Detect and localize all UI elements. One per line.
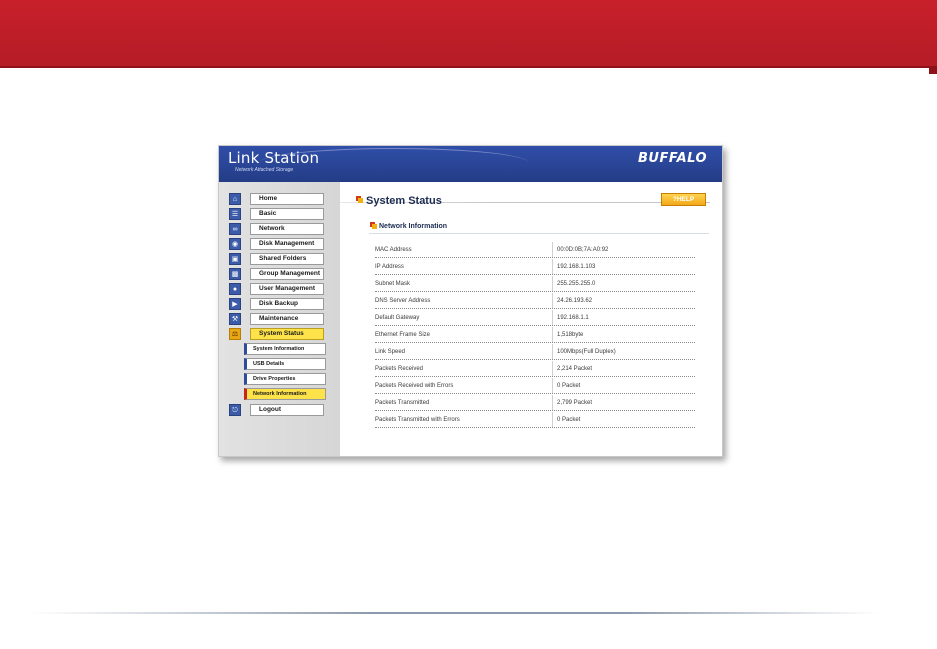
sidebar-item-label: Shared Folders — [250, 253, 324, 265]
row-value: 255.255.255.0 — [557, 281, 596, 287]
subnav-item-drive-properties[interactable]: Drive Properties — [244, 373, 326, 385]
row-label: Packets Transmitted with Errors — [375, 417, 460, 423]
network-icon: ∞ — [229, 223, 241, 235]
linkstation-screenshot: Link Station Network Attached Storage BU… — [218, 145, 723, 457]
sidebar-item-label: Network — [250, 223, 324, 235]
basic-settings-icon: ☰ — [229, 208, 241, 220]
sidebar-item-label: Disk Backup — [250, 298, 324, 310]
app-tagline: Network Attached Storage — [235, 167, 294, 173]
column-divider — [552, 378, 553, 393]
sidebar-item-user-management[interactable]: ● User Management — [229, 283, 325, 295]
disk-icon: ◉ — [229, 238, 241, 250]
row-label: DNS Server Address — [375, 298, 431, 304]
section-bullet-icon — [372, 224, 377, 229]
row-label: MAC Address — [375, 247, 412, 253]
row-label: Subnet Mask — [375, 281, 411, 287]
brand-logo: BUFFALO — [638, 151, 707, 166]
tools-icon: ⚒ — [229, 313, 241, 325]
table-row: Packets Transmitted with Errors 0 Packet — [375, 412, 695, 428]
sidebar: ⌂ Home ☰ Basic ∞ Network ◉ Disk Manageme… — [219, 182, 340, 456]
page-title: System Status — [366, 195, 442, 207]
row-label: Packets Received — [375, 366, 424, 372]
app-name-logo: Link Station — [228, 149, 320, 167]
table-row: Subnet Mask 255.255.255.0 — [375, 276, 695, 292]
section-divider — [369, 233, 709, 234]
sidebar-item-disk-management[interactable]: ◉ Disk Management — [229, 238, 325, 250]
banner-corner-tab — [929, 68, 937, 74]
main-content: System Status ?HELP Network Information … — [340, 182, 722, 456]
row-value: 0 Packet — [557, 417, 581, 423]
help-button[interactable]: ?HELP — [661, 193, 706, 206]
column-divider — [552, 361, 553, 376]
row-label: Packets Received with Errors — [375, 383, 454, 389]
section-title: Network Information — [379, 223, 448, 230]
sidebar-item-shared-folders[interactable]: ▣ Shared Folders — [229, 253, 325, 265]
row-label: IP Address — [375, 264, 404, 270]
row-label: Ethernet Frame Size — [375, 332, 431, 338]
table-row: MAC Address 00:0D:0B;7A:A0:92 — [375, 242, 695, 258]
sidebar-item-network[interactable]: ∞ Network — [229, 223, 325, 235]
row-label: Packets Transmitted — [375, 400, 430, 406]
sidebar-item-system-status[interactable]: ⚖ System Status — [229, 328, 325, 340]
sidebar-item-label: System Status — [250, 328, 324, 340]
table-row: Packets Transmitted 2,799 Packet — [375, 395, 695, 411]
sidebar-item-logout[interactable]: ⎋ Logout — [229, 404, 325, 416]
footer-divider — [30, 612, 880, 614]
sidebar-item-label: Home — [250, 193, 324, 205]
subnav-item-usb-details[interactable]: USB Details — [244, 358, 326, 370]
sidebar-item-label: Disk Management — [250, 238, 324, 250]
sidebar-item-home[interactable]: ⌂ Home — [229, 193, 325, 205]
sidebar-item-label: Logout — [250, 404, 324, 416]
row-value: 2,799 Packet — [557, 400, 593, 406]
row-value: 192.168.1.103 — [557, 264, 596, 270]
sidebar-item-label: User Management — [250, 283, 324, 295]
column-divider — [552, 293, 553, 308]
sidebar-item-label: Basic — [250, 208, 324, 220]
row-value: 100Mbps(Full Duplex) — [557, 349, 616, 355]
row-value: 2,214 Packet — [557, 366, 593, 372]
table-row: Ethernet Frame Size 1,518byte — [375, 327, 695, 343]
group-icon: ▩ — [229, 268, 241, 280]
subnav-item-system-information[interactable]: System Information — [244, 343, 326, 355]
column-divider — [552, 276, 553, 291]
table-row: IP Address 192.168.1.103 — [375, 259, 695, 275]
sidebar-item-label: Group Management — [250, 268, 324, 280]
home-icon: ⌂ — [229, 193, 241, 205]
table-row: Packets Received 2,214 Packet — [375, 361, 695, 377]
user-icon: ● — [229, 283, 241, 295]
row-value: 00:0D:0B;7A:A0:92 — [557, 247, 609, 253]
table-row: Default Gateway 192.168.1.1 — [375, 310, 695, 326]
top-banner — [0, 0, 937, 68]
subnav-item-network-information[interactable]: Network Information — [244, 388, 326, 400]
row-value: 0 Packet — [557, 383, 581, 389]
column-divider — [552, 412, 553, 427]
column-divider — [552, 310, 553, 325]
folder-icon: ▣ — [229, 253, 241, 265]
column-divider — [552, 259, 553, 274]
sidebar-item-label: Maintenance — [250, 313, 324, 325]
title-bullet-icon — [358, 198, 363, 203]
sidebar-item-maintenance[interactable]: ⚒ Maintenance — [229, 313, 325, 325]
table-row: Packets Received with Errors 0 Packet — [375, 378, 695, 394]
table-row: Link Speed 100Mbps(Full Duplex) — [375, 344, 695, 360]
logout-icon: ⎋ — [229, 404, 241, 416]
row-label: Link Speed — [375, 349, 406, 355]
row-value: 192.168.1.1 — [557, 315, 589, 321]
sidebar-item-basic[interactable]: ☰ Basic — [229, 208, 325, 220]
app-header: Link Station Network Attached Storage BU… — [219, 146, 722, 182]
backup-icon: ▶ — [229, 298, 241, 310]
sidebar-item-disk-backup[interactable]: ▶ Disk Backup — [229, 298, 325, 310]
status-icon: ⚖ — [229, 328, 241, 340]
column-divider — [552, 327, 553, 342]
row-label: Default Gateway — [375, 315, 420, 321]
row-value: 24.26.193.62 — [557, 298, 593, 304]
column-divider — [552, 344, 553, 359]
table-row: DNS Server Address 24.26.193.62 — [375, 293, 695, 309]
column-divider — [552, 242, 553, 257]
sidebar-item-group-management[interactable]: ▩ Group Management — [229, 268, 325, 280]
column-divider — [552, 395, 553, 410]
row-value: 1,518byte — [557, 332, 584, 338]
